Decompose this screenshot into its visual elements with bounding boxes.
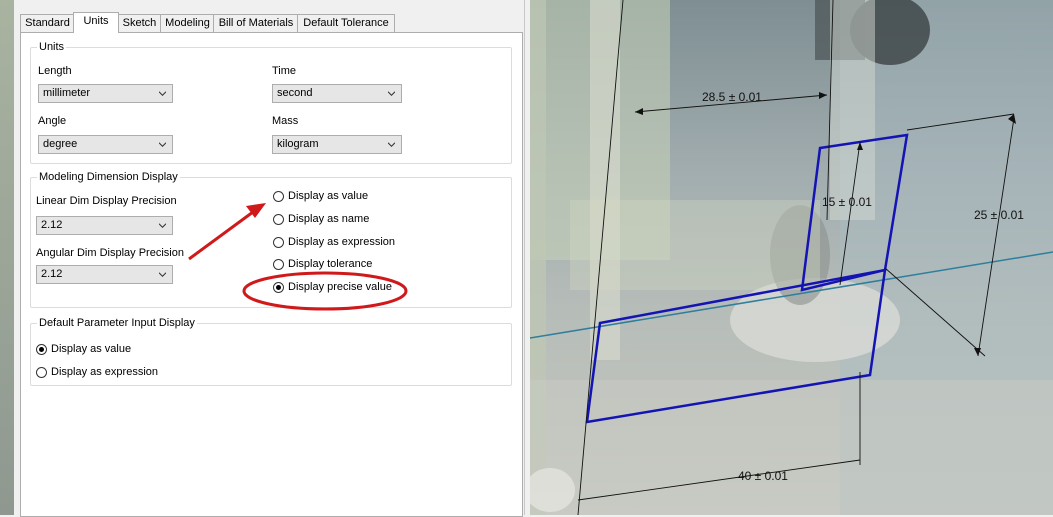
dimension-bottom-label[interactable]: 40 ± 0.01 xyxy=(738,469,788,483)
light-post xyxy=(590,0,620,360)
base-part xyxy=(530,380,1053,515)
cad-scene: 28.5 ± 0.01 15 ± 0.01 25 ± 0.01 40 ± 0.0… xyxy=(530,0,1053,515)
pointer-arrow-shaft xyxy=(188,210,254,261)
dimension-top-label[interactable]: 28.5 ± 0.01 xyxy=(702,90,762,104)
annotation-overlay xyxy=(188,203,408,311)
translucent-part xyxy=(570,200,820,290)
highlight-ellipse xyxy=(242,271,408,311)
translucent-part xyxy=(830,0,875,220)
dimension-right-label[interactable]: 25 ± 0.01 xyxy=(974,208,1024,222)
tab-units[interactable]: Units xyxy=(73,12,119,33)
cad-viewport[interactable]: 28.5 ± 0.01 15 ± 0.01 25 ± 0.01 40 ± 0.0… xyxy=(530,0,1053,515)
dimension-inner-label[interactable]: 15 ± 0.01 xyxy=(822,195,872,209)
